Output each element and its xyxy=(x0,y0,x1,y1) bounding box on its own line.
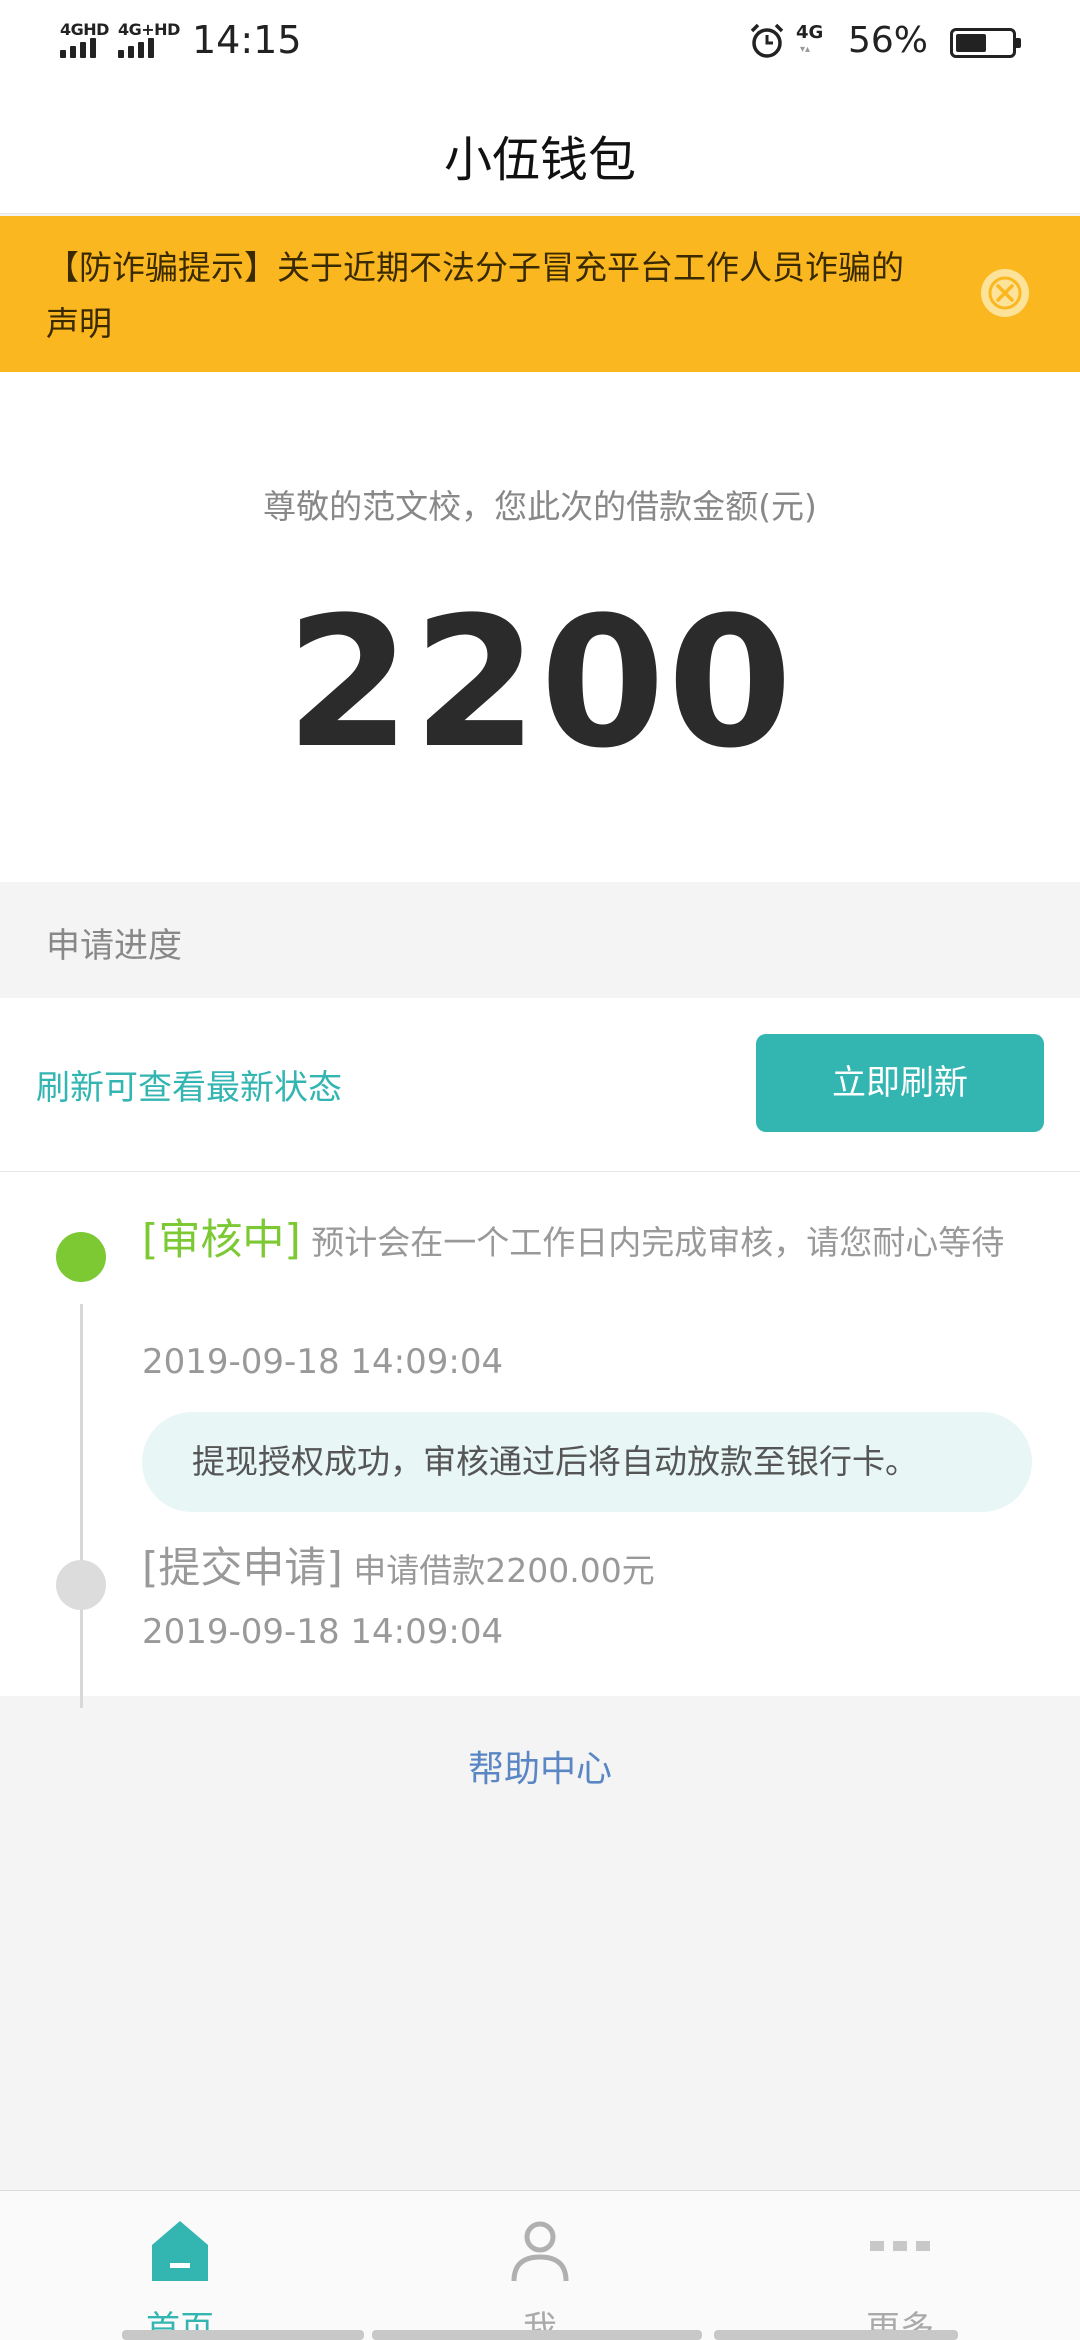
timeline-dot-done xyxy=(56,1560,106,1610)
refresh-hint: 刷新可查看最新状态 xyxy=(36,1068,342,1108)
tab-bar: 首页 我 更多 xyxy=(0,2190,1080,2340)
step-1-time: 2019-09-18 14:09:04 xyxy=(142,1342,504,1382)
tab-home[interactable]: 首页 xyxy=(0,2191,360,2340)
alarm-icon xyxy=(750,23,784,58)
close-icon[interactable] xyxy=(980,268,1030,318)
tab-more[interactable]: 更多 xyxy=(720,2191,1080,2340)
status-bar: 4GHD 4G+HD 14:15 4G ▾▴ 56% xyxy=(0,0,1080,84)
timeline-connector xyxy=(80,1304,83,1708)
home-icon xyxy=(152,2221,208,2281)
signal-2: 4G+HD xyxy=(118,20,184,60)
network-type-2: 4G+HD xyxy=(118,20,180,39)
step-2-time: 2019-09-18 14:09:04 xyxy=(142,1612,504,1652)
gesture-bar-right xyxy=(714,2330,958,2340)
more-icon xyxy=(870,2241,930,2251)
battery-percent: 56% xyxy=(848,20,929,61)
timeline-step-1-text: [审核中] 预计会在一个工作日内完成审核，请您耐心等待 xyxy=(142,1210,1042,1273)
loan-amount: 2200 xyxy=(285,579,795,788)
timeline-dot-active xyxy=(56,1232,106,1282)
authorization-note: 提现授权成功，审核通过后将自动放款至银行卡。 xyxy=(142,1412,1032,1512)
loan-amount-card: 尊敬的范文校，您此次的借款金额(元) 2200 xyxy=(0,372,1080,882)
progress-section-header: 申请进度 xyxy=(0,882,1080,998)
tab-me[interactable]: 我 xyxy=(360,2191,720,2340)
signal-1: 4GHD xyxy=(60,20,116,60)
gesture-bar-center[interactable] xyxy=(372,2330,702,2340)
notice-text[interactable]: 【防诈骗提示】关于近期不法分子冒充平台工作人员诈骗的声明 xyxy=(46,240,926,352)
status-tag-reviewing: [审核中] xyxy=(142,1215,301,1264)
progress-label: 申请进度 xyxy=(46,926,182,966)
clock: 14:15 xyxy=(192,18,302,62)
timeline-step-2-text: [提交申请] 申请借款2200.00元 xyxy=(142,1538,1042,1601)
network-type-1: 4GHD xyxy=(60,20,109,39)
status-tag-submitted: [提交申请] xyxy=(142,1543,343,1592)
person-icon xyxy=(511,2221,569,2282)
step-1-desc: 预计会在一个工作日内完成审核，请您耐心等待 xyxy=(300,1223,1005,1262)
page-title: 小伍钱包 xyxy=(443,132,636,188)
screen: 4GHD 4G+HD 14:15 4G ▾▴ 56% 小伍钱包 【防诈骗提示】关… xyxy=(0,0,1080,2340)
battery-icon xyxy=(950,28,1021,58)
refresh-button[interactable]: 立即刷新 xyxy=(756,1034,1044,1132)
gesture-bar-left xyxy=(122,2330,364,2340)
network-type-3: 4G ▾▴ xyxy=(796,22,824,55)
status-right: 4G ▾▴ 56% xyxy=(748,18,1024,66)
refresh-row: 刷新可查看最新状态 立即刷新 xyxy=(0,998,1080,1172)
step-2-desc: 申请借款2200.00元 xyxy=(342,1551,655,1590)
help-center-link[interactable]: 帮助中心 xyxy=(0,1740,1080,1792)
fraud-notice-banner[interactable]: 【防诈骗提示】关于近期不法分子冒充平台工作人员诈骗的声明 xyxy=(0,216,1080,372)
nav-bar: 小伍钱包 xyxy=(0,84,1080,214)
greeting-text: 尊敬的范文校，您此次的借款金额(元) xyxy=(263,487,817,526)
battery-fill xyxy=(956,34,986,52)
progress-timeline: [审核中] 预计会在一个工作日内完成审核，请您耐心等待 2019-09-18 1… xyxy=(0,1172,1080,1708)
data-arrows-icon: ▾▴ xyxy=(800,44,811,55)
